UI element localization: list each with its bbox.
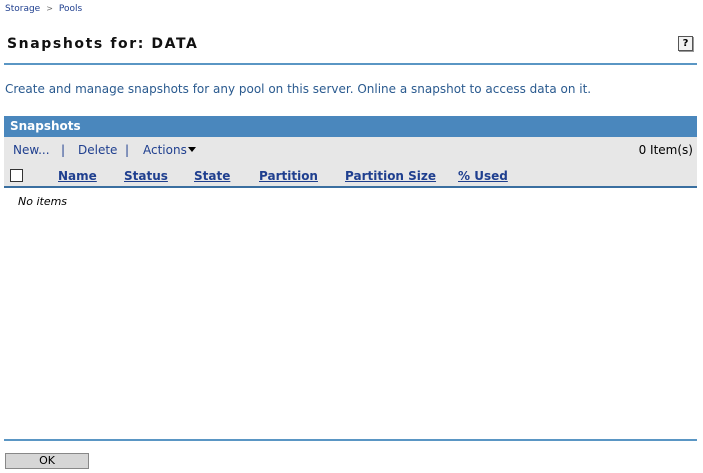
actions-menu-button[interactable]: Actions [143, 143, 196, 157]
caret-down-icon [187, 147, 196, 152]
new-snapshot-button[interactable]: New... [13, 143, 50, 157]
breadcrumb-separator: > [46, 4, 53, 13]
snapshots-panel-header: Snapshots [4, 116, 697, 137]
page-description: Create and manage snapshots for any pool… [5, 82, 592, 96]
column-header-partition[interactable]: Partition [259, 169, 318, 183]
help-button[interactable]: ? [678, 36, 693, 51]
table-header-row: Name Status State Partition Partition Si… [4, 163, 697, 188]
item-count: 0 Item(s) [638, 143, 693, 157]
breadcrumb-pools-link[interactable]: Pools [59, 4, 82, 14]
breadcrumb: Storage > Pools [5, 4, 82, 14]
column-header-percent-used[interactable]: % Used [458, 169, 508, 183]
title-divider [4, 63, 697, 65]
breadcrumb-storage-link[interactable]: Storage [5, 4, 40, 14]
column-header-name[interactable]: Name [58, 169, 97, 183]
actions-menu-label: Actions [143, 143, 187, 157]
select-all-checkbox[interactable] [10, 169, 23, 182]
column-header-partition-size[interactable]: Partition Size [345, 169, 436, 183]
footer-divider [4, 439, 697, 441]
ok-button[interactable]: OK [5, 453, 89, 469]
snapshots-toolbar: New... | Delete | Actions 0 Item(s) [4, 137, 697, 163]
column-header-status[interactable]: Status [124, 169, 168, 183]
toolbar-separator: | [125, 143, 130, 157]
toolbar-separator: | [61, 143, 66, 157]
column-header-state[interactable]: State [194, 169, 230, 183]
empty-table-message: No items [18, 195, 68, 208]
panel-title: Snapshots [10, 119, 81, 133]
page-title: Snapshots for: DATA [7, 36, 199, 52]
delete-snapshot-button[interactable]: Delete [78, 143, 117, 157]
